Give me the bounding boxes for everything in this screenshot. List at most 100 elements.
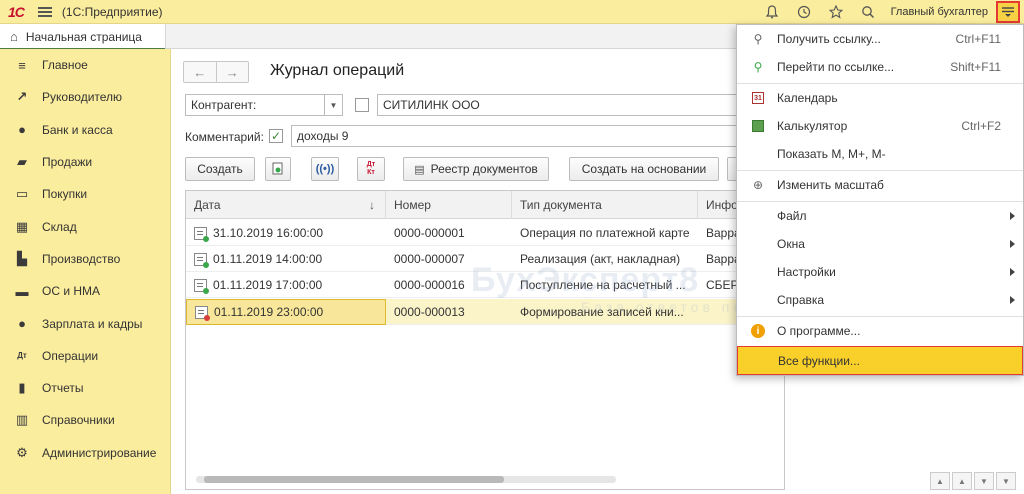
column-header-date[interactable]: Дата ↓: [186, 191, 386, 219]
user-name[interactable]: Главный бухгалтер: [891, 6, 988, 18]
broadcast-button[interactable]: ((•)): [311, 157, 339, 181]
menu-item-label: Календарь: [777, 91, 838, 105]
first-page-icon[interactable]: ▲: [930, 472, 950, 490]
date-value: 01.11.2019 14:00:00: [213, 252, 323, 266]
column-header-doc-type[interactable]: Тип документа: [512, 191, 698, 219]
menu-item-settings[interactable]: Настройки: [737, 258, 1023, 286]
sidebar-item-production[interactable]: ▙ Производство: [0, 243, 170, 275]
app-logo: 1С: [8, 3, 25, 20]
cell-number: 0000-000013: [394, 305, 465, 319]
sidebar-item-reports[interactable]: ▮ Отчеты: [0, 372, 170, 404]
search-icon[interactable]: [857, 1, 879, 23]
contragent-filter-checkbox[interactable]: [355, 98, 369, 112]
sidebar-item-main[interactable]: ≡ Главное: [0, 49, 170, 81]
contragent-filter-select[interactable]: Контрагент: ▼: [185, 94, 343, 116]
history-icon[interactable]: [793, 1, 815, 23]
contragent-value: СИТИЛИНК ООО: [383, 98, 480, 112]
sidebar-item-operations[interactable]: Дт Операции: [0, 340, 170, 372]
list-icon: ≡: [18, 57, 26, 73]
contragent-value-field[interactable]: СИТИЛИНК ООО: [377, 94, 777, 116]
sidebar-item-salary[interactable]: ● Зарплата и кадры: [0, 307, 170, 339]
cell-date: 01.11.2019 14:00:00: [186, 246, 386, 272]
star-icon[interactable]: [825, 1, 847, 23]
comment-filter-checkbox[interactable]: ✓: [269, 129, 283, 143]
menu-item-memory[interactable]: Показать М, М+, М-: [737, 140, 1023, 168]
create-button[interactable]: Создать: [185, 157, 255, 181]
menu-item-label: Файл: [777, 209, 807, 223]
menu-item-file[interactable]: Файл: [737, 202, 1023, 230]
menu-item-help[interactable]: Справка: [737, 286, 1023, 314]
menu-item-zoom[interactable]: ⊕ Изменить масштаб: [737, 171, 1023, 199]
create-based-on-button[interactable]: Создать на основании: [569, 157, 719, 181]
info-icon: i: [750, 323, 766, 339]
table-row[interactable]: 01.11.2019 17:00:00 0000-000016 Поступле…: [186, 272, 784, 298]
sidebar-item-label: Покупки: [42, 187, 88, 202]
last-page-icon[interactable]: ▼: [996, 472, 1016, 490]
copy-document-button[interactable]: [265, 157, 291, 181]
table-row[interactable]: 01.11.2019 14:00:00 0000-000007 Реализац…: [186, 246, 784, 272]
table-row-selected[interactable]: 01.11.2019 23:00:00 0000-000013 Формиров…: [186, 299, 784, 325]
submenu-arrow-icon: [1010, 212, 1015, 220]
menu-item-shortcut: Ctrl+F2: [961, 119, 1001, 133]
tab-home[interactable]: ⌂ Начальная страница: [0, 24, 166, 50]
forward-arrow-icon[interactable]: →: [217, 62, 249, 82]
app-title: (1С:Предприятие): [61, 4, 163, 19]
menu-item-calendar[interactable]: 31 Календарь: [737, 84, 1023, 112]
coin-icon: ●: [18, 122, 26, 138]
menu-item-get-link[interactable]: ⚲ Получить ссылку... Ctrl+F11: [737, 25, 1023, 53]
sidebar-item-sales[interactable]: ▰ Продажи: [0, 146, 170, 178]
menu-item-about[interactable]: i О программе...: [737, 317, 1023, 345]
comment-value: доходы 9: [297, 129, 349, 143]
sidebar-item-purchases[interactable]: ▭ Покупки: [0, 178, 170, 210]
main-menu-button[interactable]: [996, 1, 1020, 23]
dt-kt-icon: Дт: [17, 351, 27, 361]
prev-page-icon[interactable]: ▲: [952, 472, 972, 490]
sidebar-item-manager[interactable]: ↗ Руководителю: [0, 81, 170, 113]
trend-icon: ↗: [16, 89, 28, 105]
sidebar-item-label: Главное: [42, 58, 88, 73]
sidebar-item-label: Справочники: [42, 413, 115, 428]
document-posted-icon: [194, 252, 209, 268]
next-page-icon[interactable]: ▼: [974, 472, 994, 490]
printer-icon: ▤: [414, 163, 425, 176]
cell-doc-type: Поступление на расчетный ...: [520, 278, 686, 292]
person-icon: ●: [18, 316, 26, 332]
submenu-arrow-icon: [1010, 240, 1015, 248]
back-arrow-icon[interactable]: ←: [184, 62, 217, 82]
bag-icon: ▰: [17, 154, 27, 170]
sidebar-item-label: Продажи: [42, 155, 93, 170]
comment-value-field[interactable]: доходы 9: [291, 125, 777, 147]
checkmark-icon: ✓: [270, 129, 282, 143]
broadcast-icon: ((•)): [315, 163, 335, 175]
document-special-icon: [195, 305, 210, 321]
books-icon: ▥: [15, 412, 29, 428]
table-navigation: ▲ ▲ ▼ ▼: [928, 472, 1016, 490]
sidebar-item-warehouse[interactable]: ▦ Склад: [0, 210, 170, 242]
chevron-down-icon[interactable]: ▼: [324, 95, 342, 115]
sidebar-item-assets[interactable]: ▬ ОС и НМА: [0, 275, 170, 307]
column-header-number[interactable]: Номер: [386, 191, 512, 219]
horizontal-scrollbar[interactable]: [196, 476, 616, 483]
hamburger-menu-icon[interactable]: [37, 6, 52, 17]
sidebar-item-catalogs[interactable]: ▥ Справочники: [0, 404, 170, 436]
menu-list-icon: [1002, 7, 1014, 17]
menu-item-windows[interactable]: Окна: [737, 230, 1023, 258]
bell-icon[interactable]: [761, 1, 783, 23]
calculator-icon: [750, 118, 766, 134]
sidebar-item-admin[interactable]: ⚙ Администрирование: [0, 437, 170, 469]
titlebar-actions: Главный бухгалтер: [751, 0, 1024, 24]
document-registry-button[interactable]: ▤ Реестр документов: [403, 157, 549, 181]
sort-down-icon: ↓: [369, 198, 375, 212]
menu-item-goto-link[interactable]: ⚲ Перейти по ссылке... Shift+F11: [737, 53, 1023, 81]
operations-table: Дата ↓ Номер Тип документа Инфо 31.10.20…: [185, 190, 785, 490]
menu-item-calculator[interactable]: Калькулятор Ctrl+F2: [737, 112, 1023, 140]
sidebar-item-bank[interactable]: ● Банк и касса: [0, 114, 170, 146]
column-header-date-label: Дата: [194, 198, 221, 212]
warehouse-icon: ▦: [15, 218, 29, 234]
date-value: 01.11.2019 17:00:00: [213, 278, 323, 292]
table-row[interactable]: 31.10.2019 16:00:00 0000-000001 Операция…: [186, 220, 784, 246]
dt-kt-button[interactable]: Дт Кт: [357, 157, 385, 181]
sidebar-item-label: Отчеты: [42, 381, 84, 396]
home-icon: ⌂: [10, 29, 18, 44]
menu-item-all-functions[interactable]: Все функции...: [737, 346, 1023, 375]
